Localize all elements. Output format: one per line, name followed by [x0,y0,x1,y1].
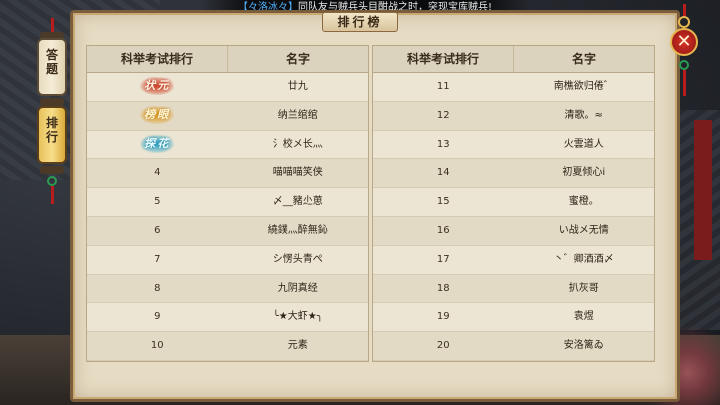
table-header: 科举考试排行 名字 [373,46,654,73]
player-name-cell: い战メ无情 [558,224,609,236]
rank-cell: 17 [436,253,450,265]
table-row: 7 シ愣头青ぺ [87,245,368,275]
table-row: 19 袁煜 [373,303,654,333]
table-row: 17 丶゛卿酒酒〆 [373,245,654,275]
player-name-cell: 扒灰哥 [568,282,599,294]
table-row: 15 蜜橙。 [373,188,654,217]
table-row: 12 清歌。≈ [373,101,654,131]
tab-answer[interactable]: 答 题 [37,38,67,96]
header-rank: 科举考试排行 [87,46,228,72]
rank-cell: 探花 [87,131,228,159]
rank-cell: 7 [154,253,161,265]
player-name-cell: 纳兰绾绾 [277,109,318,121]
tassel-knot [47,176,57,186]
table-row: 状元 廿九 [87,73,368,102]
table-row: 探花 氵校メ长灬 [87,130,368,160]
close-button[interactable]: ✕ [670,28,698,56]
rank-cell: 状元 [87,73,228,101]
close-ornament [678,16,690,28]
tassel-bottom [51,186,54,204]
rank-badge: 状元 [140,77,175,95]
table-row: 榜眼 纳兰绾绾 [87,101,368,131]
table-row: 20 安洛篱ゐ [373,332,654,361]
table-row: 4 喵喵喵笑侠 [87,159,368,189]
tab-ranking-char-1: 排 [45,116,58,130]
player-name-cell: 清歌。≈ [564,109,603,121]
ranking-table-left: 科举考试排行 名字 状元 廿九榜眼 纳兰绾绾探花 氵校メ长灬 4 喵喵喵笑侠 5 〆__豬尐葸… [86,45,369,362]
table-row: 6 繞鏷灬醉無鈊 [87,216,368,246]
tab-cap [40,98,64,106]
rank-cell: 18 [436,282,450,294]
rank-cell: 6 [154,224,161,236]
rank-badge: 探花 [140,134,175,153]
header-name: 名字 [285,52,310,66]
close-tassel-knot [679,60,689,70]
player-name-cell: ╰★大虾★╮ [272,311,323,323]
tab-ranking-char-2: 行 [45,130,58,144]
rank-cell: 12 [436,109,450,121]
close-tassel-bottom [683,70,686,96]
rank-cell: 11 [436,81,450,92]
player-name-cell: 氵校メ长灬 [272,138,323,150]
rank-badge: 榜眼 [140,105,175,124]
player-name-cell: 繞鏷灬醉無鈊 [267,224,328,236]
table-row: 14 初夏倾心ⅰ [373,159,654,189]
close-tassel-top [683,4,686,16]
rank-cell: 13 [436,138,450,150]
player-name-cell: 南樵欲归倦゛ [553,81,614,92]
table-row: 8 九阴真经 [87,274,368,304]
table-row: 16 い战メ无情 [373,216,654,246]
rank-cell: 14 [436,167,450,179]
table-body-left: 状元 廿九榜眼 纳兰绾绾探花 氵校メ长灬 4 喵喵喵笑侠 5 〆__豬尐葸 6 繞鏷灬醉無鈊 7 シ愣… [87,73,368,361]
player-name-cell: 安洛篱ゐ [563,340,604,352]
table-body-right: 11 南樵欲归倦゛ 12 清歌。≈ 13 火雲道人 14 初夏倾心ⅰ 15 蜜橙。 16 い战メ无情 1… [373,73,654,361]
player-name-cell: 廿九 [287,81,308,92]
table-row: 18 扒灰哥 [373,274,654,304]
rank-cell: 8 [154,282,161,294]
table-row: 10 元素 [87,332,368,361]
tassel-top [51,18,54,32]
rank-cell: 19 [436,311,450,323]
rank-cell: 15 [436,196,450,208]
player-name-cell: 袁煜 [573,311,594,323]
rank-cell: 20 [436,340,450,352]
player-name-cell: 元素 [287,340,308,352]
table-row: 11 南樵欲归倦゛ [373,73,654,102]
tab-cap [40,166,64,174]
panel-title: 排行榜 [322,12,398,32]
tab-answer-char-2: 题 [45,62,58,76]
header-rank: 科举考试排行 [373,46,514,72]
tab-answer-char-1: 答 [45,48,58,62]
player-name-cell: 〆__豬尐葸 [272,196,323,208]
header-name: 名字 [571,52,596,66]
player-name-cell: 丶゛卿酒酒〆 [553,253,614,265]
ranking-table-right: 科举考试排行 名字 11 南樵欲归倦゛ 12 清歌。≈ 13 火雲道人 14 初夏倾心ⅰ 15 蜜… [372,45,655,362]
rank-cell: 5 [154,196,161,208]
player-name-cell: 蜜橙。 [568,196,599,208]
player-name-cell: シ愣头青ぺ [272,253,323,265]
rank-cell: 榜眼 [87,102,228,130]
rank-cell: 16 [436,224,450,236]
table-header: 科举考试排行 名字 [87,46,368,73]
tab-ranking[interactable]: 排 行 [37,106,67,164]
rank-cell: 4 [154,167,161,179]
player-name-cell: 九阴真经 [277,282,318,294]
player-name-cell: 火雲道人 [563,138,604,150]
player-name-cell: 初夏倾心ⅰ [562,167,606,179]
table-row: 9 ╰★大虾★╮ [87,303,368,333]
table-row: 5 〆__豬尐葸 [87,188,368,217]
red-pillar [694,120,712,260]
rank-cell: 9 [154,311,161,323]
table-row: 13 火雲道人 [373,130,654,160]
player-name-cell: 喵喵喵笑侠 [272,167,323,179]
rank-cell: 10 [150,340,164,352]
